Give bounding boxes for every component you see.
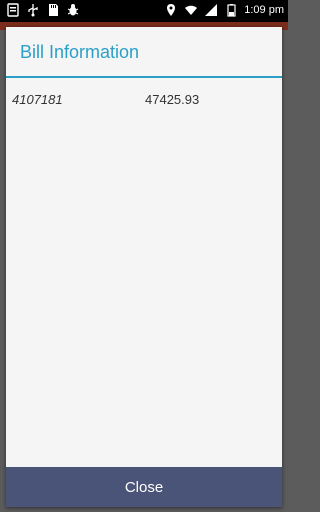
- dialog-title: Bill Information: [20, 42, 140, 62]
- bill-amount: 47425.93: [145, 92, 200, 107]
- title-divider: [6, 76, 282, 78]
- bug-icon: [67, 4, 79, 16]
- battery-icon: [227, 4, 236, 17]
- wifi-icon: [185, 5, 198, 15]
- status-bar: 1:09 pm: [0, 0, 288, 22]
- list-item: 4107181 47425.93: [12, 92, 276, 112]
- location-icon: [167, 4, 176, 16]
- notification-icon: [7, 3, 19, 17]
- signal-icon: [205, 4, 218, 16]
- bill-information-dialog: Bill Information 4107181 47425.93 Close: [6, 27, 282, 507]
- usb-icon: [28, 4, 38, 17]
- bill-id: 4107181: [12, 92, 63, 107]
- close-button[interactable]: Close: [6, 467, 282, 507]
- status-time: 1:09 pm: [244, 4, 284, 16]
- sd-card-icon: [49, 4, 58, 16]
